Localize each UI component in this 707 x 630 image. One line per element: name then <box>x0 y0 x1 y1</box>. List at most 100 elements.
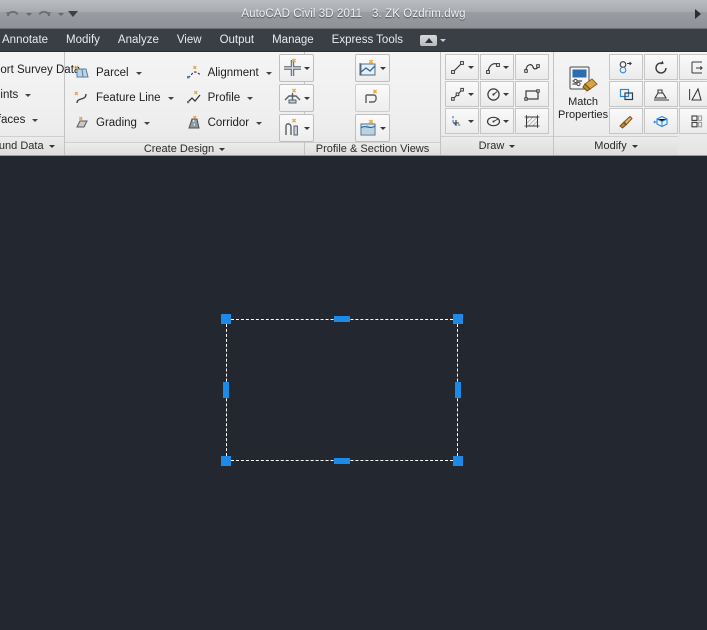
chevron-down-icon[interactable] <box>219 147 226 151</box>
chevron-down-icon[interactable] <box>265 71 272 75</box>
chevron-down-icon[interactable] <box>468 119 474 123</box>
scale-button[interactable] <box>609 81 644 107</box>
drawing-canvas[interactable] <box>0 156 707 630</box>
match-properties-label-line2: Properties <box>558 109 609 121</box>
stretch-button[interactable] <box>679 81 707 107</box>
redo-button[interactable] <box>34 4 55 25</box>
button-label: Feature Line <box>96 92 161 104</box>
grip-midpoint-bottom[interactable] <box>334 458 350 464</box>
chevron-down-icon[interactable] <box>247 96 254 100</box>
rotate-button[interactable] <box>644 54 679 80</box>
ribbon-tab-bar: Annotate Modify Analyze View Output Mana… <box>0 29 707 52</box>
sample-lines-button[interactable] <box>355 84 390 112</box>
array-icon <box>691 114 702 127</box>
fillet-arc-button[interactable] <box>445 108 479 134</box>
window-title: AutoCAD Civil 3D 2011 3. ZK Ozdrim.dwg <box>241 8 466 20</box>
alignment-icon <box>186 65 201 79</box>
camera-icon[interactable] <box>420 34 438 46</box>
section-view-button[interactable] <box>355 114 390 142</box>
feature-line-button[interactable]: Feature Line <box>69 86 179 110</box>
chevron-down-icon[interactable] <box>380 66 386 70</box>
workspace-switcher[interactable] <box>412 29 454 51</box>
quick-access-toolbar <box>0 0 78 28</box>
polyline-button[interactable] <box>515 54 549 80</box>
panel-title-modify[interactable]: Modify <box>554 136 678 155</box>
corridor-button[interactable]: Corridor <box>181 111 277 135</box>
grip-corner-bottom-right[interactable] <box>453 456 463 466</box>
arc-button[interactable] <box>480 54 514 80</box>
grip-corner-top-right[interactable] <box>453 314 463 324</box>
grading-icon <box>76 116 88 128</box>
panel-title-label: Draw <box>478 140 505 152</box>
chevron-down-icon[interactable] <box>135 71 142 75</box>
chevron-down-icon[interactable] <box>143 121 150 125</box>
parcel-icon <box>74 65 89 78</box>
polyline-icon <box>524 63 540 73</box>
three-point-button[interactable] <box>445 81 479 107</box>
chevron-down-icon[interactable] <box>631 144 638 148</box>
chevron-down-icon[interactable] <box>503 65 509 69</box>
line-button[interactable] <box>445 54 479 80</box>
chevron-down-icon[interactable] <box>48 144 55 148</box>
tab-view[interactable]: View <box>168 29 211 51</box>
tab-label: Modify <box>66 34 100 46</box>
trim-button[interactable] <box>679 54 707 80</box>
panel-title-draw[interactable]: Draw <box>441 136 553 155</box>
title-bar-overflow[interactable] <box>695 0 701 28</box>
tab-output[interactable]: Output <box>211 29 264 51</box>
three-d-move-icon <box>652 115 668 127</box>
ribbon: port Survey Data oints rfaces <box>0 52 707 156</box>
profile-view-button[interactable] <box>355 54 390 82</box>
panel-title-ground-data[interactable]: e Ground Data <box>0 136 64 155</box>
array-button[interactable] <box>679 108 707 134</box>
chevron-down-icon[interactable] <box>440 38 447 42</box>
circle-button[interactable] <box>480 81 514 107</box>
grip-midpoint-left[interactable] <box>223 382 229 398</box>
rectangle-button[interactable] <box>515 81 549 107</box>
undo-button[interactable] <box>2 4 23 25</box>
button-label: Profile <box>207 92 241 104</box>
chevron-down-icon[interactable] <box>167 96 174 100</box>
chevron-down-icon[interactable] <box>468 65 474 69</box>
customize-quick-access-icon[interactable] <box>67 4 78 25</box>
tab-modify[interactable]: Modify <box>57 29 109 51</box>
grading-button[interactable]: Grading <box>69 111 179 135</box>
chevron-down-icon[interactable] <box>509 144 516 148</box>
copy-icon <box>619 60 632 73</box>
panel-title-create-design[interactable]: Create Design <box>65 142 304 155</box>
chevron-down-icon[interactable] <box>503 119 509 123</box>
selected-rectangle-entity[interactable] <box>226 319 458 461</box>
profile-button[interactable]: Profile <box>181 86 277 110</box>
match-properties-button[interactable]: Match Properties <box>558 52 608 136</box>
tab-manage[interactable]: Manage <box>263 29 323 51</box>
grip-corner-top-left[interactable] <box>221 314 231 324</box>
grip-midpoint-right[interactable] <box>455 382 461 398</box>
grip-midpoint-top[interactable] <box>334 316 350 322</box>
tab-analyze[interactable]: Analyze <box>109 29 168 51</box>
chevron-down-icon[interactable] <box>256 121 263 125</box>
mirror-button[interactable] <box>644 81 679 107</box>
match-properties-icon <box>569 66 598 92</box>
alignment-button[interactable]: Alignment <box>181 61 277 85</box>
tab-label: Output <box>219 34 255 46</box>
chevron-down-icon[interactable] <box>32 118 39 122</box>
panel-title-profile-section-views[interactable]: Profile & Section Views <box>305 142 440 155</box>
erase-button[interactable] <box>609 108 644 134</box>
ellipse-button[interactable] <box>480 108 514 134</box>
chevron-down-icon[interactable] <box>503 92 509 96</box>
undo-dropdown-icon[interactable] <box>24 4 33 25</box>
chevron-down-icon[interactable] <box>25 93 32 97</box>
parcel-button[interactable]: Parcel <box>69 61 179 85</box>
trim-icon <box>691 61 703 73</box>
corridor-icon <box>187 115 200 129</box>
grip-corner-bottom-left[interactable] <box>221 456 231 466</box>
hatch-button[interactable] <box>515 108 549 134</box>
tab-annotate[interactable]: Annotate <box>0 29 57 51</box>
chevron-down-icon[interactable] <box>380 126 386 130</box>
copy-button[interactable] <box>609 54 644 80</box>
redo-dropdown-icon[interactable] <box>56 4 65 25</box>
button-label: Grading <box>96 117 137 129</box>
three-d-move-button[interactable] <box>644 108 679 134</box>
tab-express-tools[interactable]: Express Tools <box>323 29 412 51</box>
chevron-down-icon[interactable] <box>468 92 474 96</box>
